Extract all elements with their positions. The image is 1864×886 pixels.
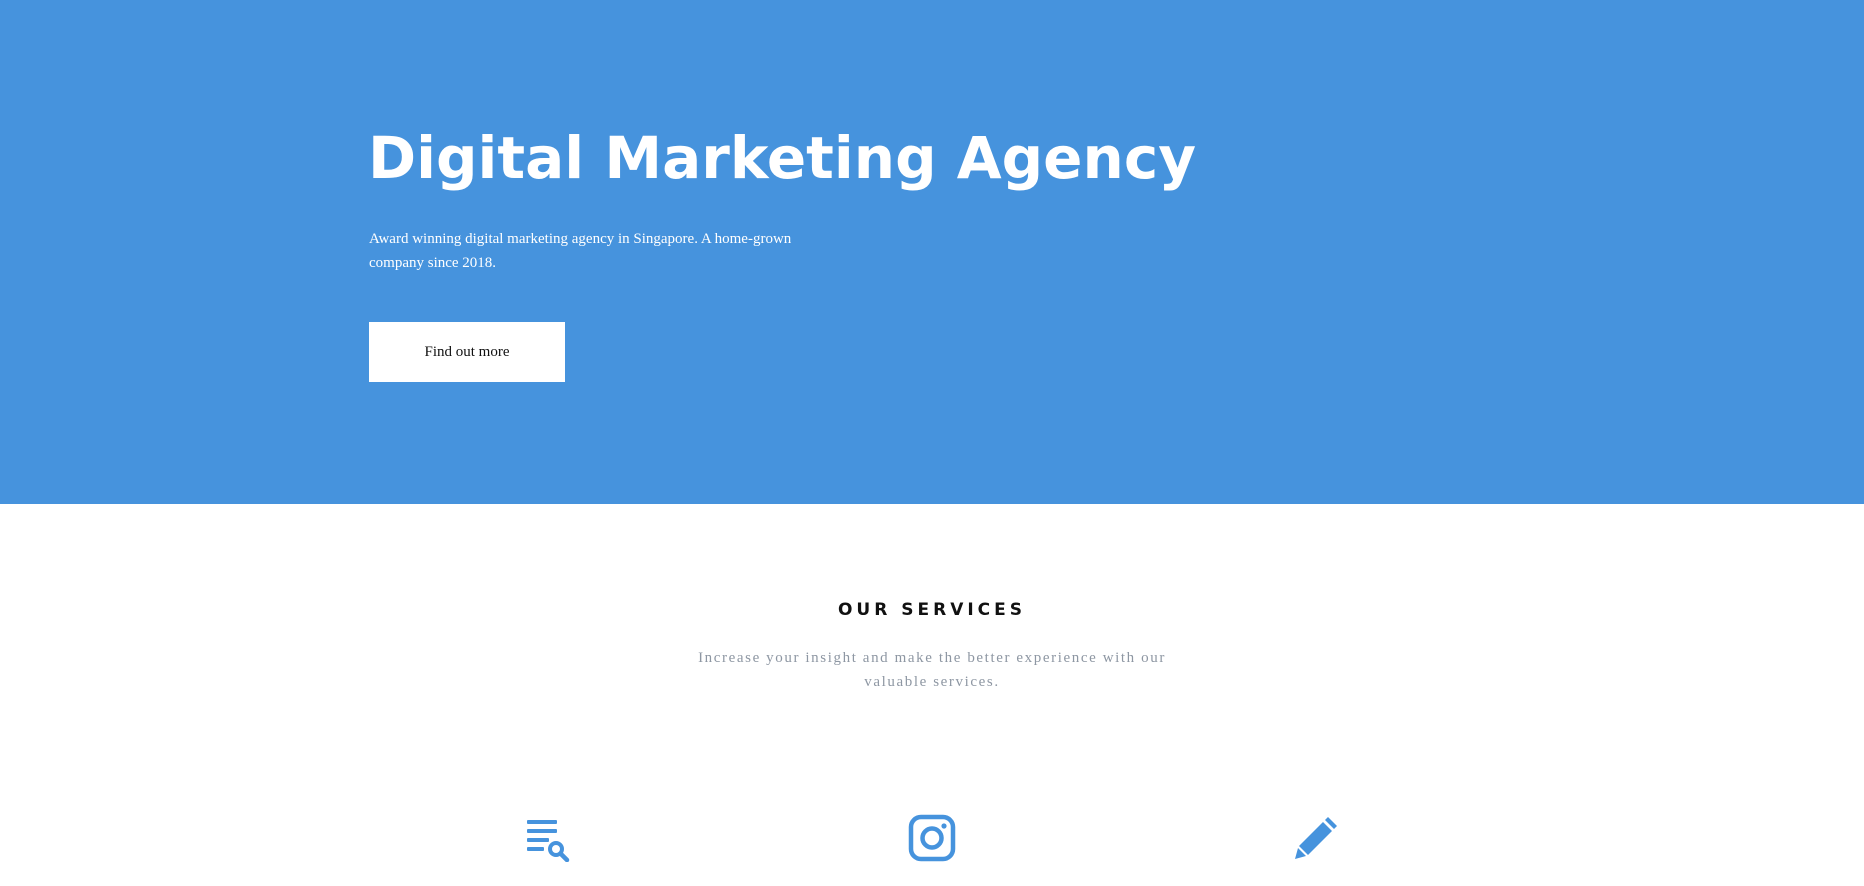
services-heading: OUR SERVICES: [837, 600, 1027, 620]
instagram-icon: [908, 814, 956, 862]
hero-section: Digital Marketing Agency Award winning d…: [0, 0, 1864, 504]
pencil-icon: [1292, 814, 1340, 862]
hero-title: Digital Marketing Agency: [368, 124, 1197, 192]
find-out-more-button[interactable]: Find out more: [369, 322, 565, 382]
services-subtitle: Increase your insight and make the bette…: [698, 650, 1166, 690]
hero-subtitle: Award winning digital marketing agency i…: [369, 231, 792, 271]
search-list-icon: [524, 814, 572, 862]
